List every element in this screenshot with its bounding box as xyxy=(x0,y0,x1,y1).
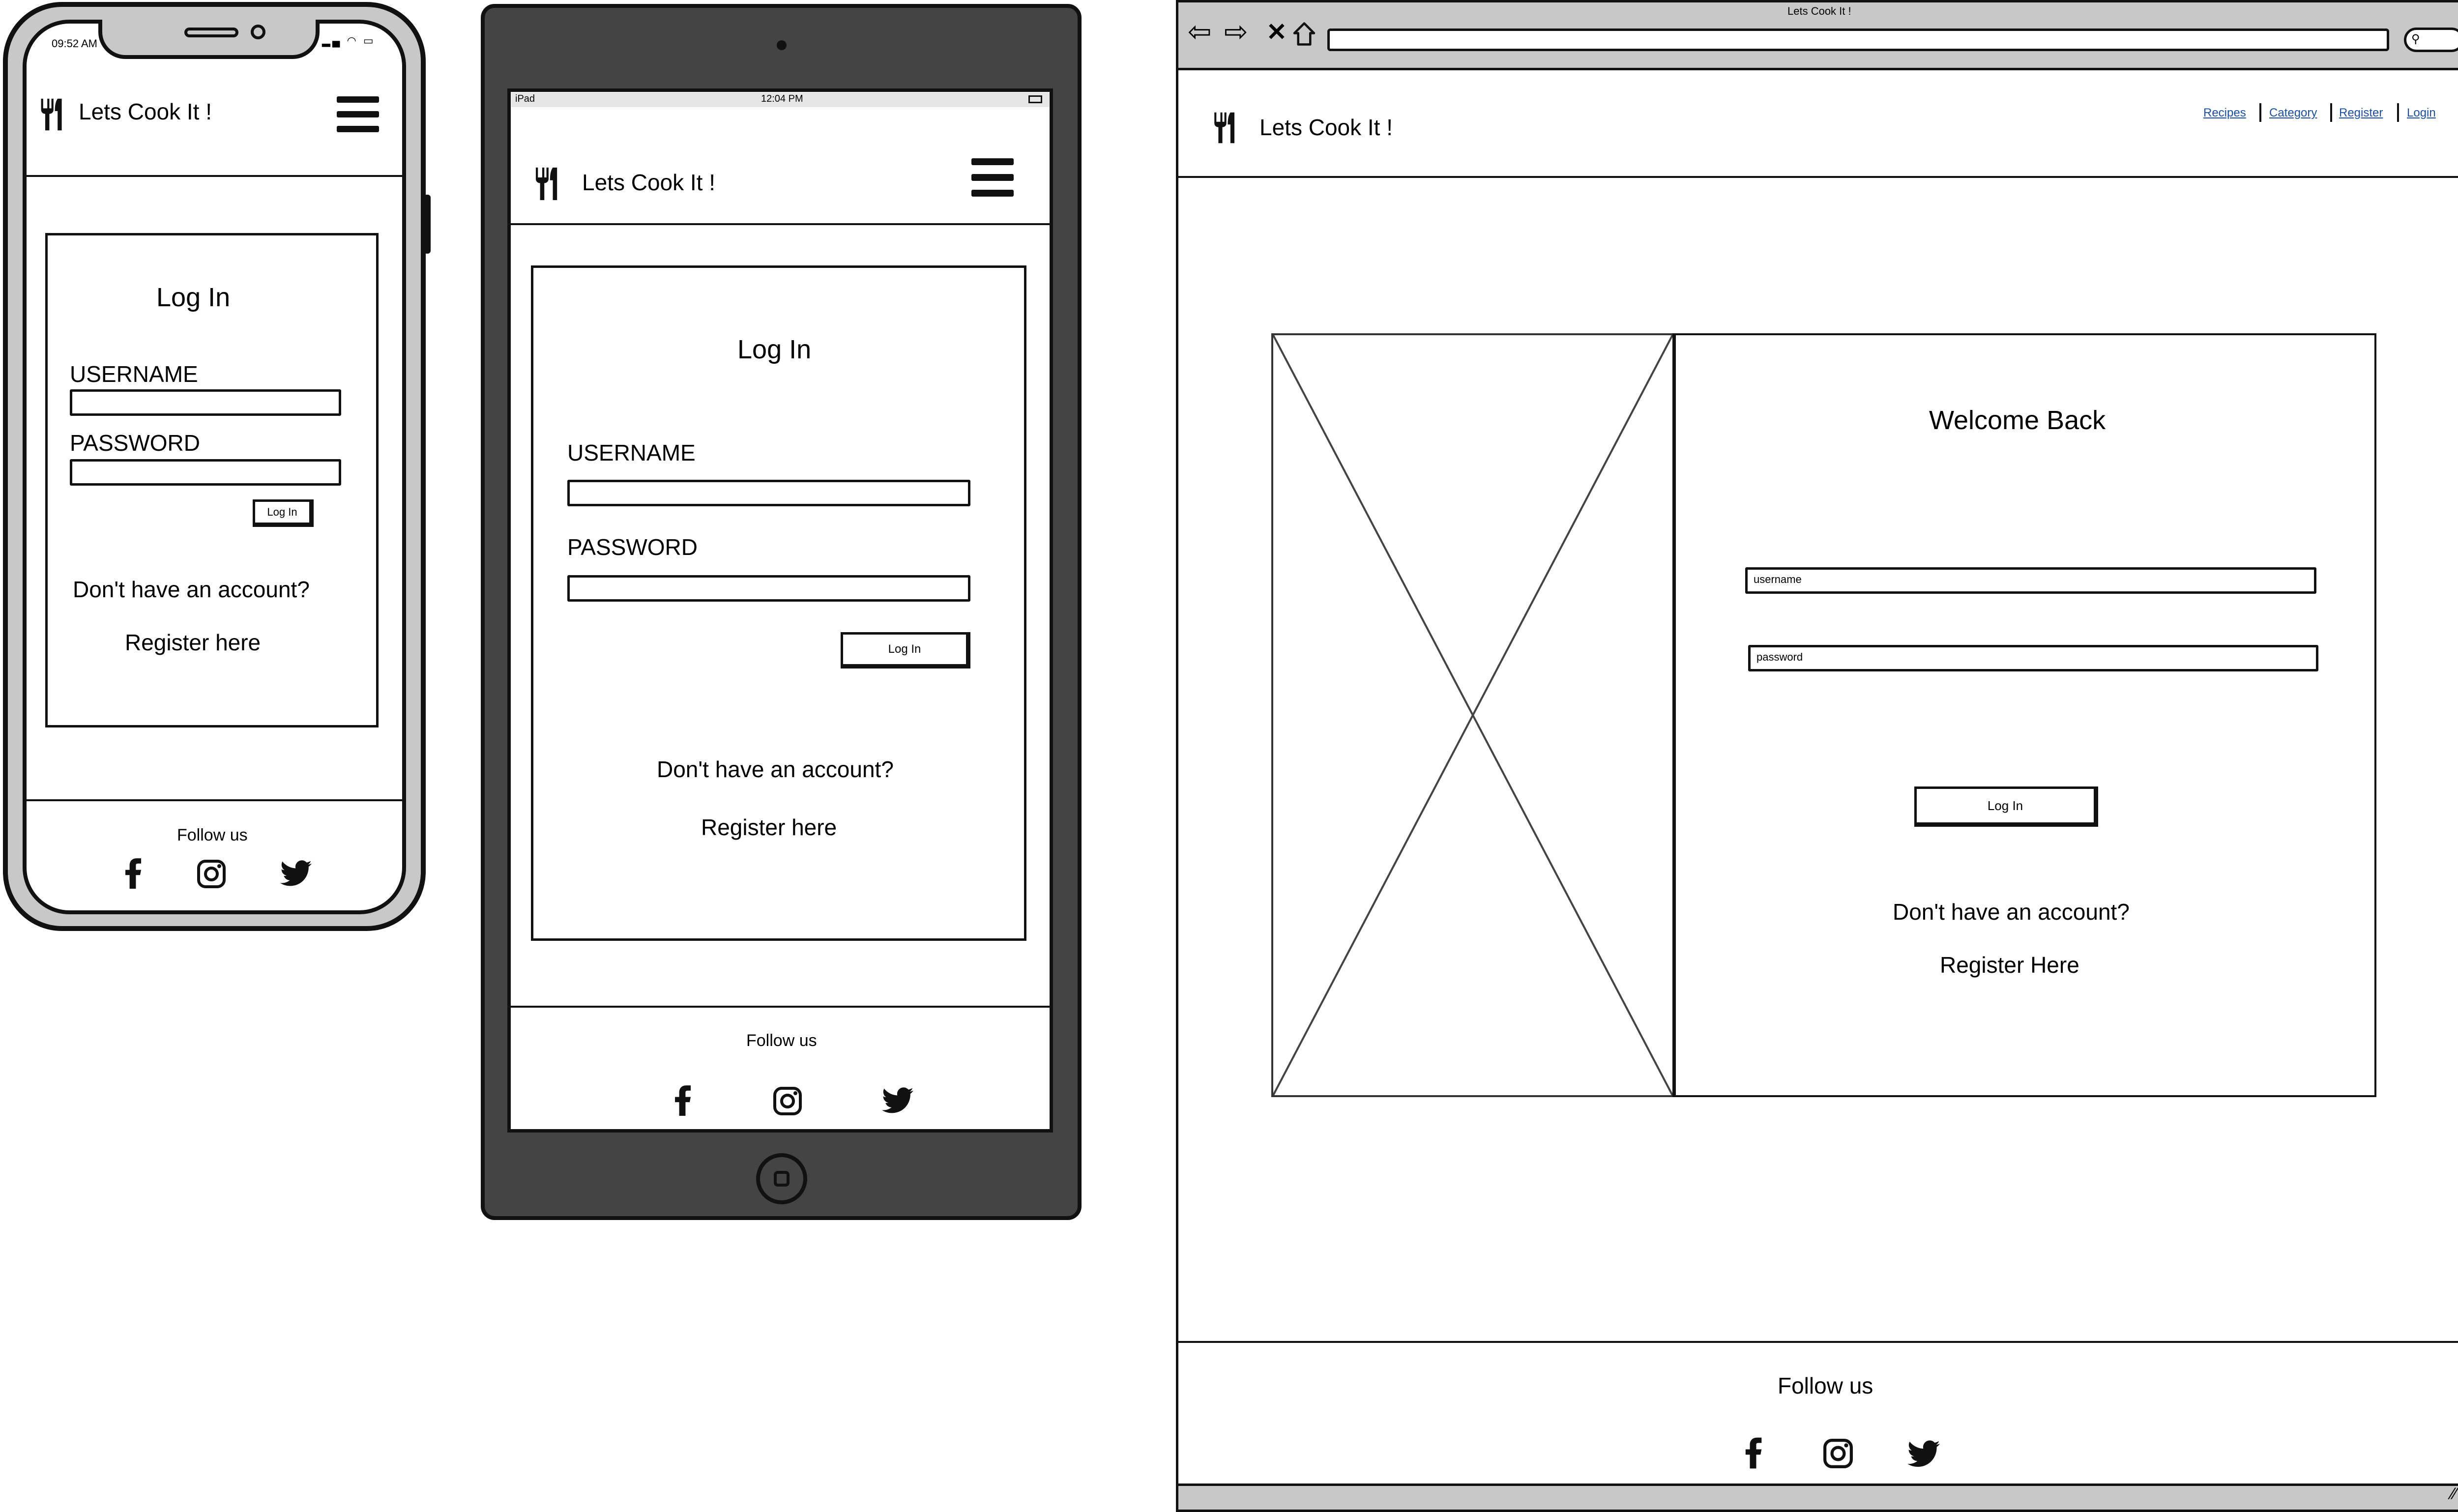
phone-password-label: PASSWORD xyxy=(70,430,200,456)
facebook-icon[interactable] xyxy=(120,857,146,889)
phone-notch xyxy=(98,20,320,59)
nav-login[interactable]: Login xyxy=(2407,106,2436,120)
address-bar[interactable] xyxy=(1327,29,2389,51)
phone-status-icons: ▂▄ ◠ ▭ xyxy=(322,34,376,47)
tablet-header-divider xyxy=(511,223,1050,225)
phone-footer-divider xyxy=(27,799,402,801)
tablet-login-title: Log In xyxy=(737,335,812,364)
nav-register[interactable]: Register xyxy=(2339,106,2383,120)
tablet-home-button[interactable] xyxy=(756,1153,807,1204)
instagram-icon[interactable] xyxy=(1823,1438,1853,1469)
password-input[interactable]: password xyxy=(1748,645,2318,671)
browser-search-box[interactable]: ⚲ xyxy=(2404,28,2458,52)
desktop-footer-divider xyxy=(1178,1341,2458,1343)
tablet-status-device: iPad xyxy=(515,93,535,104)
tablet-login-button[interactable]: Log In xyxy=(841,632,970,669)
phone-hamburger-icon[interactable] xyxy=(337,96,379,133)
phone-login-button[interactable]: Log In xyxy=(253,499,314,527)
phone-username-input[interactable] xyxy=(70,389,341,416)
phone-register-link[interactable]: Register here xyxy=(125,629,261,656)
desktop-cutlery-logo-icon xyxy=(1211,111,1239,145)
register-link[interactable]: Register Here xyxy=(1940,952,2079,978)
browser-status-bar xyxy=(1178,1483,2458,1510)
tablet-username-input[interactable] xyxy=(567,480,970,506)
resize-grip-icon[interactable]: ⁄⁄ xyxy=(2451,1484,2457,1504)
phone-header-divider xyxy=(27,175,402,177)
no-account-text: Don't have an account? xyxy=(1893,899,2130,925)
phone-status-time: 09:52 AM xyxy=(52,37,97,50)
phone-camera xyxy=(251,25,265,39)
tablet-follow-us: Follow us xyxy=(746,1031,817,1050)
phone-brand[interactable]: Lets Cook It ! xyxy=(79,98,212,125)
phone-follow-us: Follow us xyxy=(177,826,248,844)
browser-window-title: Lets Cook It ! xyxy=(1787,5,1851,17)
twitter-icon[interactable] xyxy=(1907,1440,1940,1469)
home-icon[interactable] xyxy=(1293,22,1316,46)
tablet-brand[interactable]: Lets Cook It ! xyxy=(582,169,715,196)
tablet-cutlery-logo-icon xyxy=(533,166,561,202)
phone-password-input[interactable] xyxy=(70,459,341,486)
nav-separator xyxy=(2397,103,2399,122)
twitter-icon[interactable] xyxy=(280,860,312,888)
close-icon[interactable]: ✕ xyxy=(1266,20,1287,44)
tablet-password-input[interactable] xyxy=(567,575,970,602)
tablet-no-account: Don't have an account? xyxy=(657,756,894,782)
instagram-icon[interactable] xyxy=(773,1086,802,1116)
welcome-title: Welcome Back xyxy=(1929,406,2106,435)
phone-side-button xyxy=(424,195,431,254)
phone-speaker xyxy=(184,28,238,37)
login-button[interactable]: Log In xyxy=(1914,786,2098,827)
desktop-brand[interactable]: Lets Cook It ! xyxy=(1259,114,1393,141)
cutlery-logo-icon xyxy=(38,97,66,132)
tablet-camera xyxy=(777,40,787,50)
nav-recipes[interactable]: Recipes xyxy=(2203,106,2246,120)
username-input[interactable]: username xyxy=(1745,567,2316,594)
nav-separator xyxy=(2259,103,2261,122)
facebook-icon[interactable] xyxy=(1740,1436,1766,1469)
forward-icon[interactable]: ⇨ xyxy=(1224,18,1248,46)
twitter-icon[interactable] xyxy=(882,1087,913,1115)
tablet-username-label: USERNAME xyxy=(567,440,696,465)
tablet-hamburger-icon[interactable] xyxy=(971,158,1014,197)
desktop-header-divider xyxy=(1178,176,2458,178)
image-placeholder xyxy=(1271,333,1674,1097)
back-icon[interactable]: ⇦ xyxy=(1188,18,1212,46)
search-icon: ⚲ xyxy=(2411,32,2420,46)
desktop-follow-us: Follow us xyxy=(1778,1373,1873,1398)
tablet-status-time: 12:04 PM xyxy=(761,93,803,104)
instagram-icon[interactable] xyxy=(197,859,226,889)
tablet-footer-divider xyxy=(511,1006,1050,1008)
phone-login-title: Log In xyxy=(156,283,231,312)
phone-no-account: Don't have an account? xyxy=(73,577,310,602)
welcome-panel xyxy=(1672,333,2376,1097)
nav-separator xyxy=(2330,103,2332,122)
nav-category[interactable]: Category xyxy=(2269,106,2317,120)
facebook-icon[interactable] xyxy=(670,1084,695,1116)
tablet-password-label: PASSWORD xyxy=(567,534,698,560)
tablet-battery-icon xyxy=(1028,95,1042,103)
tablet-register-link[interactable]: Register here xyxy=(701,814,837,841)
phone-username-label: USERNAME xyxy=(70,361,198,387)
